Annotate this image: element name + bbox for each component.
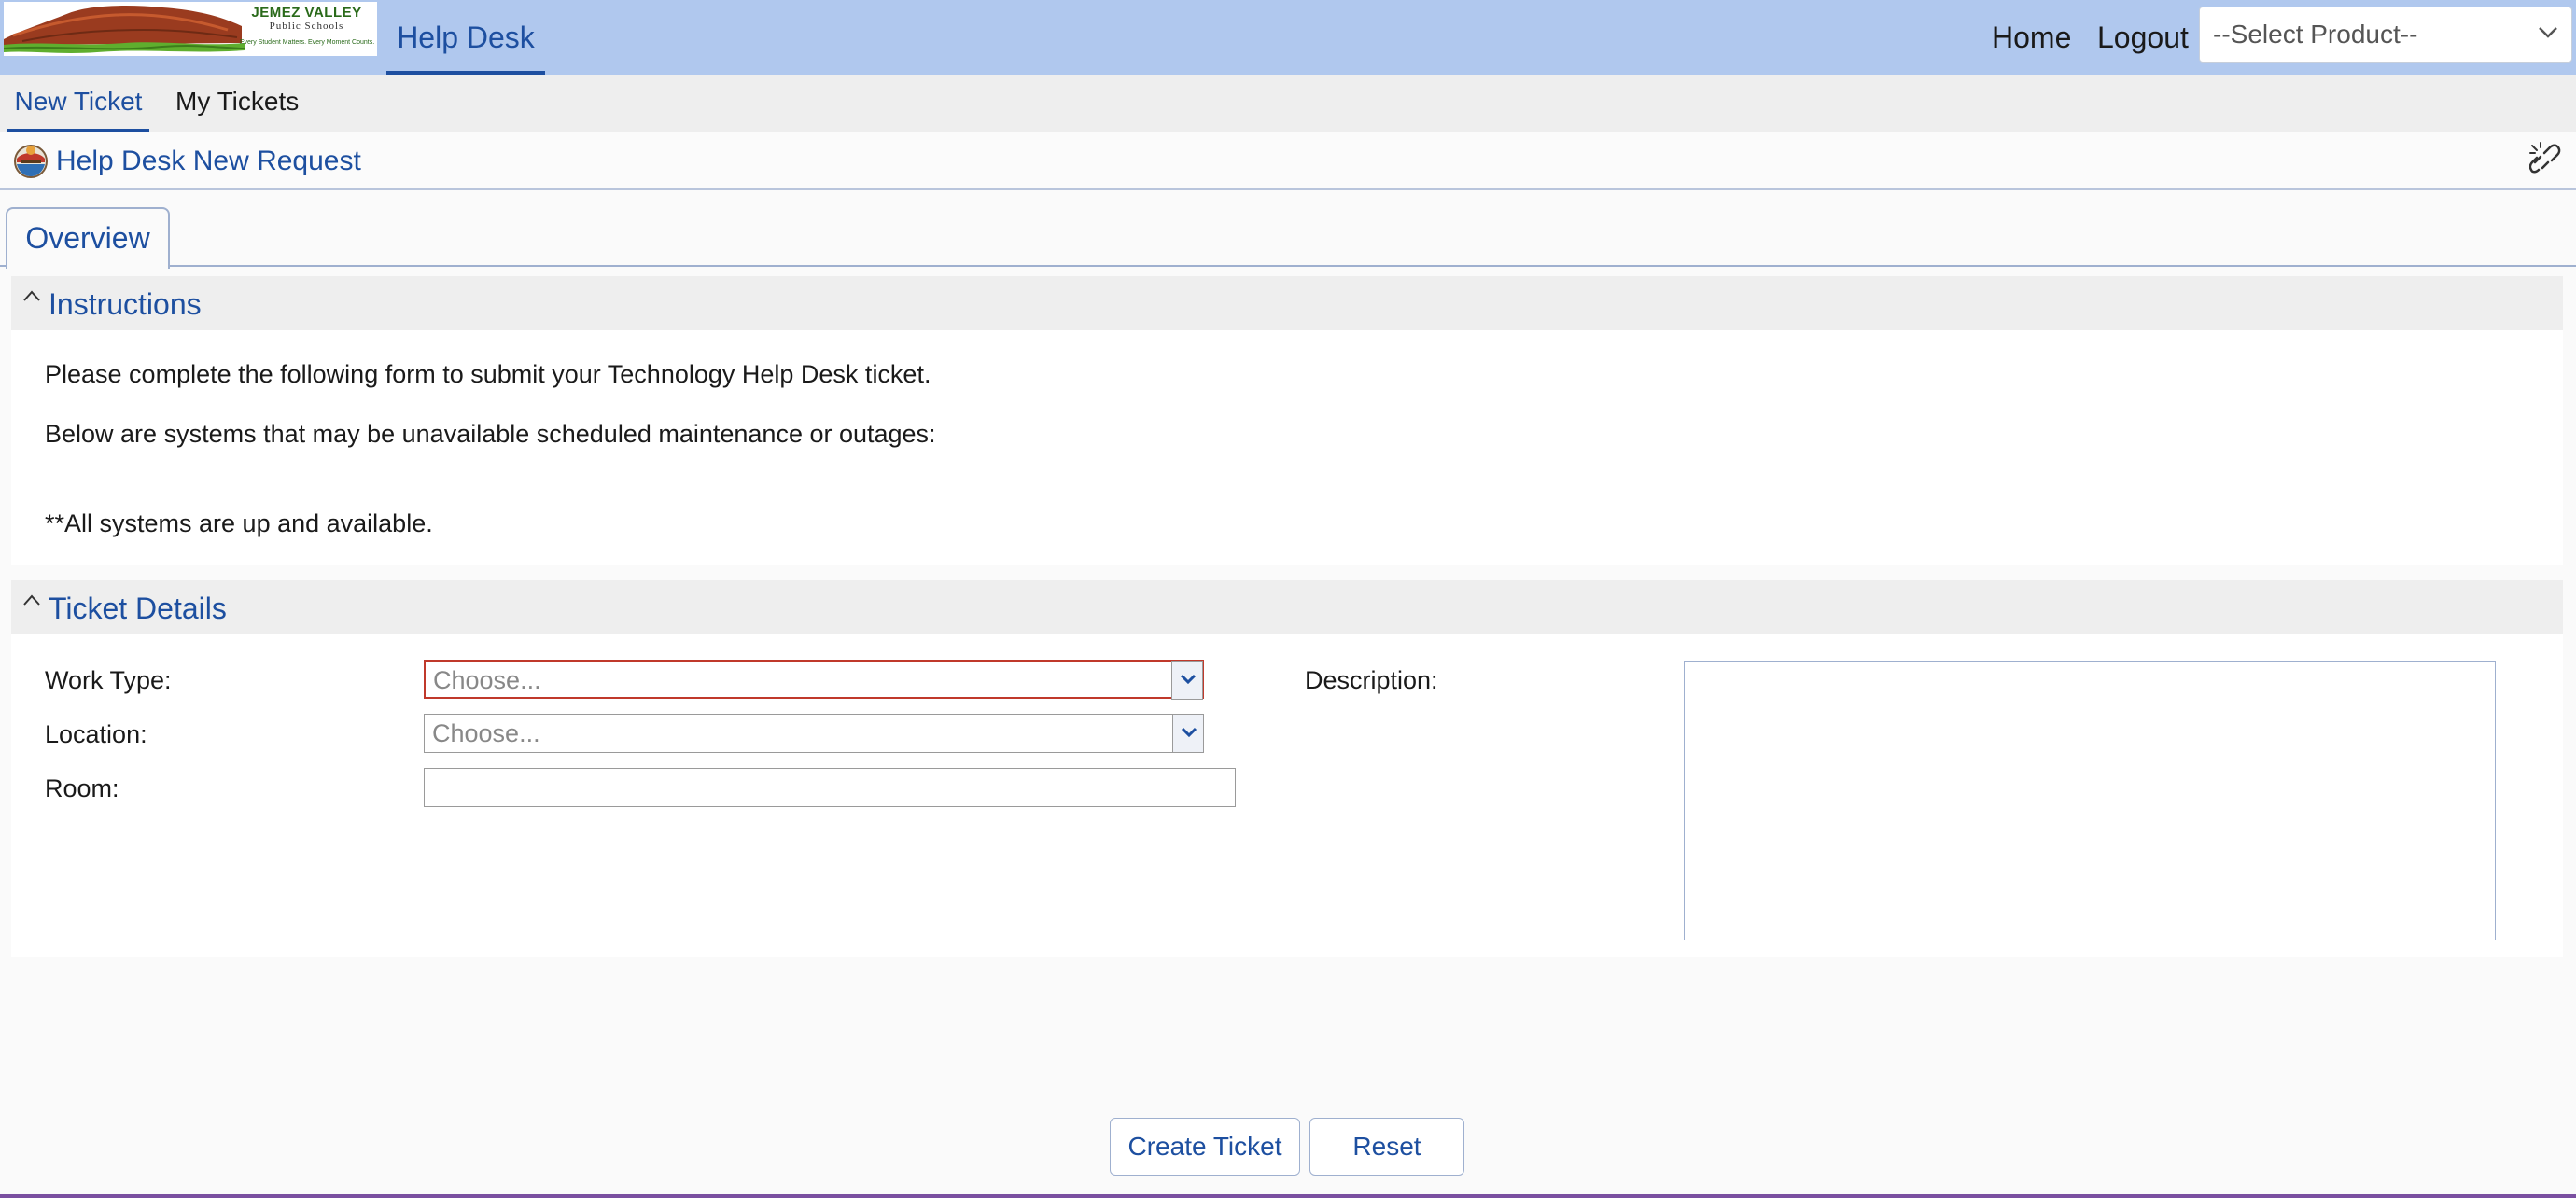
instructions-body: Please complete the following form to su…	[11, 330, 2563, 565]
product-select[interactable]: --Select Product--	[2199, 7, 2572, 63]
chevron-down-icon	[2539, 27, 2557, 38]
page-title-bar: Help Desk New Request	[0, 132, 2576, 190]
work-type-dropdown-button[interactable]	[1171, 661, 1203, 700]
chevron-up-icon	[23, 594, 40, 606]
ticket-details-title: Ticket Details	[49, 592, 227, 625]
home-link[interactable]: Home	[1992, 0, 2071, 75]
unlink-icon[interactable]	[2529, 142, 2561, 175]
subnav-new-ticket[interactable]: New Ticket	[7, 75, 149, 132]
sub-navigation: New Ticket My Tickets	[0, 75, 2576, 132]
instructions-line-2: Below are systems that may be unavailabl…	[45, 420, 936, 448]
instructions-line-1: Please complete the following form to su…	[45, 360, 931, 388]
description-textarea[interactable]	[1684, 661, 2496, 940]
bottom-border	[0, 1194, 2576, 1198]
create-ticket-button[interactable]: Create Ticket	[1110, 1118, 1300, 1176]
reset-button[interactable]: Reset	[1309, 1118, 1464, 1176]
chevron-down-icon	[1181, 727, 1197, 738]
work-type-placeholder: Choose...	[433, 666, 541, 694]
mesa-logo-icon	[4, 6, 245, 53]
top-header: JEMEZ VALLEY Public Schools Every Studen…	[0, 0, 2576, 75]
instructions-section-header[interactable]: Instructions	[11, 276, 2563, 330]
chevron-up-icon	[23, 290, 40, 301]
work-type-label: Work Type:	[45, 666, 172, 694]
product-select-value: --Select Product--	[2213, 20, 2418, 49]
page-title: Help Desk New Request	[56, 146, 361, 176]
instructions-line-3: **All systems are up and available.	[45, 509, 433, 537]
ticket-details-section-header[interactable]: Ticket Details	[11, 580, 2563, 634]
subnav-my-tickets[interactable]: My Tickets	[175, 75, 299, 132]
help-desk-app-tab[interactable]: Help Desk	[386, 0, 545, 75]
logo-line-2: Public Schools	[269, 21, 344, 32]
helpdesk-globe-icon	[14, 145, 48, 178]
tab-overview[interactable]: Overview	[6, 207, 170, 269]
location-dropdown-button[interactable]	[1172, 714, 1204, 753]
logout-link[interactable]: Logout	[2097, 0, 2189, 75]
logo-tagline: Every Student Matters. Every Moment Coun…	[239, 39, 375, 46]
work-type-combo[interactable]: Choose...	[424, 660, 1204, 700]
room-label: Room:	[45, 774, 119, 802]
location-placeholder: Choose...	[432, 719, 540, 747]
ticket-details-body: Work Type: Choose... Location: Choose...…	[11, 634, 2563, 957]
district-logo[interactable]: JEMEZ VALLEY Public Schools Every Studen…	[4, 2, 377, 56]
instructions-title: Instructions	[49, 287, 202, 321]
logo-line-1: JEMEZ VALLEY	[251, 5, 362, 21]
location-combo[interactable]: Choose...	[424, 714, 1204, 753]
room-input[interactable]	[424, 768, 1236, 807]
location-label: Location:	[45, 720, 147, 748]
description-label: Description:	[1305, 666, 1438, 694]
chevron-down-icon	[1180, 674, 1197, 685]
tab-strip: Overview	[0, 190, 2576, 269]
